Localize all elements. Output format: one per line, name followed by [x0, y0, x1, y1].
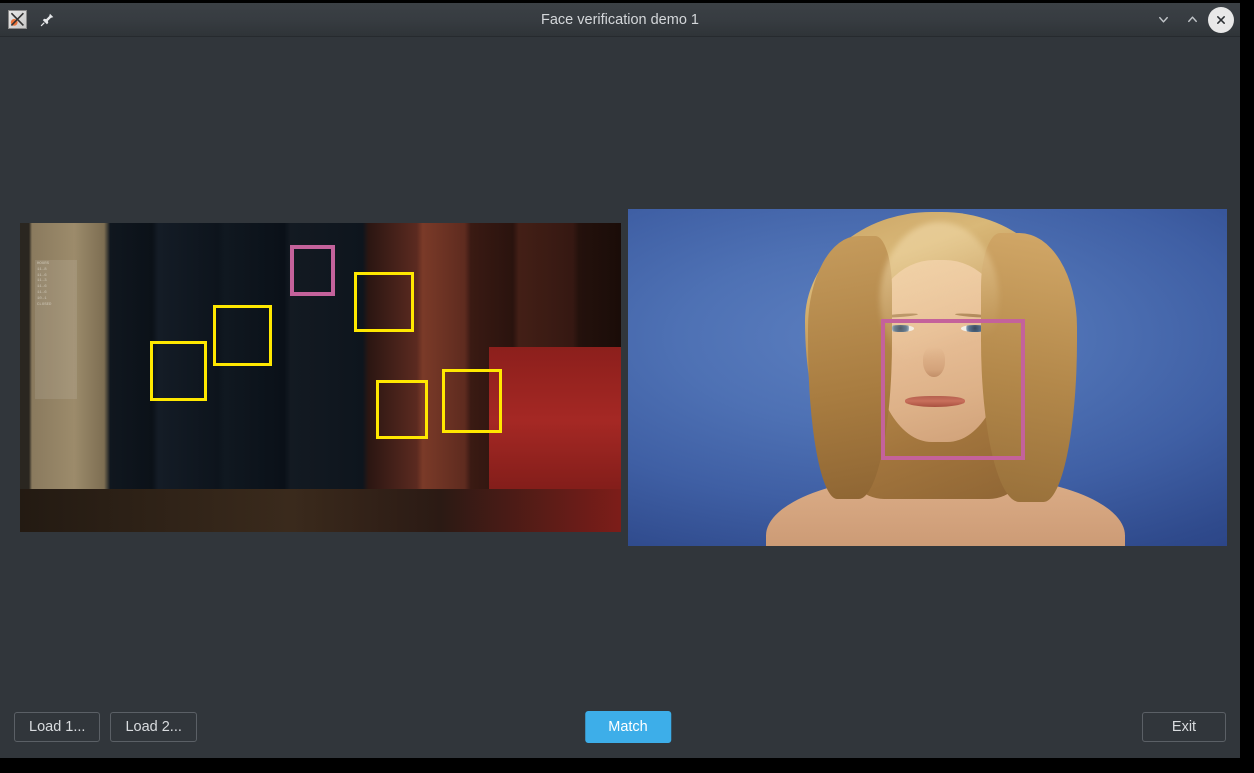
window-frame-bottom [0, 758, 1254, 773]
photo-foreground [20, 488, 621, 532]
window-controls [1150, 6, 1234, 33]
maximize-button[interactable] [1179, 7, 1205, 33]
portrait-hair-strand-left [807, 235, 892, 499]
image-panel-reference-portrait[interactable] [628, 209, 1227, 546]
face-box-matched [880, 318, 1025, 461]
wall-sign-text: HOURS 11-8 11-6 11-3 11-6 11-6 10-1 CLOSED [35, 260, 78, 400]
face-box-detected [353, 272, 414, 333]
application-window: Face verification demo 1 HOURS 11-8 11-6… [0, 3, 1240, 758]
load-2-button[interactable]: Load 2... [110, 712, 197, 742]
exit-button[interactable]: Exit [1142, 712, 1226, 742]
face-box-detected [149, 341, 207, 401]
titlebar[interactable]: Face verification demo 1 [0, 3, 1240, 37]
titlebar-left-controls [6, 9, 58, 31]
load-1-button[interactable]: Load 1... [14, 712, 101, 742]
pin-icon[interactable] [36, 9, 58, 31]
face-box-matched [289, 244, 335, 296]
face-box-detected [441, 368, 502, 433]
face-box-detected [375, 379, 429, 439]
minimize-button[interactable] [1150, 7, 1176, 33]
close-button[interactable] [1208, 6, 1234, 33]
window-frame-right [1240, 0, 1254, 773]
window-title: Face verification demo 1 [541, 12, 699, 28]
application-menu-button[interactable] [6, 9, 28, 31]
match-button[interactable]: Match [585, 711, 671, 743]
x-application-icon [7, 10, 27, 29]
content-area: HOURS 11-8 11-6 11-3 11-6 11-6 10-1 CLOSED [0, 37, 1240, 758]
face-box-detected [212, 304, 272, 366]
image-panel-group-photo[interactable]: HOURS 11-8 11-6 11-3 11-6 11-6 10-1 CLOSED [20, 223, 621, 532]
footer-toolbar: Load 1... Load 2... Match Exit [0, 696, 1240, 758]
